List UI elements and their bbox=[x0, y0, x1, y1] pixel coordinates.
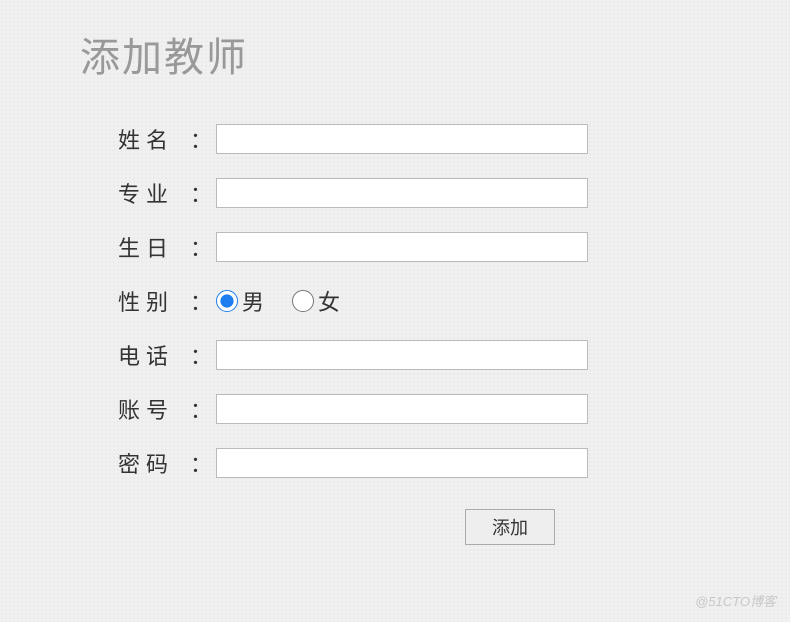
form-row-password: 密码 ： bbox=[118, 447, 790, 479]
form-row-gender: 性别 ： 男 女 bbox=[118, 285, 790, 317]
birthday-label: 生日 bbox=[118, 231, 196, 263]
form-row-account: 账号 ： bbox=[118, 393, 790, 425]
colon: ： bbox=[190, 177, 212, 209]
form-row-birthday: 生日 ： bbox=[118, 231, 790, 263]
form-row-phone: 电话 ： bbox=[118, 339, 790, 371]
gender-label: 性别 bbox=[118, 285, 196, 317]
button-row: 添加 bbox=[118, 509, 790, 545]
gender-radio-female-label: 女 bbox=[318, 285, 340, 317]
colon: ： bbox=[190, 231, 212, 263]
colon: ： bbox=[190, 285, 212, 317]
gender-radio-male-label: 男 bbox=[242, 285, 264, 317]
colon: ： bbox=[190, 393, 212, 425]
page-title: 添加教师 bbox=[0, 0, 790, 83]
account-input[interactable] bbox=[216, 394, 588, 424]
gender-radio-female[interactable] bbox=[292, 290, 314, 312]
gender-radio-male[interactable] bbox=[216, 290, 238, 312]
birthday-input[interactable] bbox=[216, 232, 588, 262]
colon: ： bbox=[190, 339, 212, 371]
colon: ： bbox=[190, 447, 212, 479]
account-label: 账号 bbox=[118, 393, 196, 425]
phone-label: 电话 bbox=[118, 339, 196, 371]
password-input[interactable] bbox=[216, 448, 588, 478]
phone-input[interactable] bbox=[216, 340, 588, 370]
colon: ： bbox=[190, 123, 212, 155]
name-input[interactable] bbox=[216, 124, 588, 154]
form-row-name: 姓名 ： bbox=[118, 123, 790, 155]
name-label: 姓名 bbox=[118, 123, 196, 155]
form-row-major: 专业 ： bbox=[118, 177, 790, 209]
form-container: 姓名 ： 专业 ： 生日 ： 性别 ： 男 女 电话 ： 账号 bbox=[0, 83, 790, 545]
gender-option-male[interactable]: 男 bbox=[216, 285, 264, 317]
major-input[interactable] bbox=[216, 178, 588, 208]
major-label: 专业 bbox=[118, 177, 196, 209]
password-label: 密码 bbox=[118, 447, 196, 479]
submit-button[interactable]: 添加 bbox=[465, 509, 555, 545]
gender-radio-group: 男 女 bbox=[216, 285, 340, 317]
gender-option-female[interactable]: 女 bbox=[292, 285, 340, 317]
watermark: @51CTO博客 bbox=[695, 591, 776, 610]
